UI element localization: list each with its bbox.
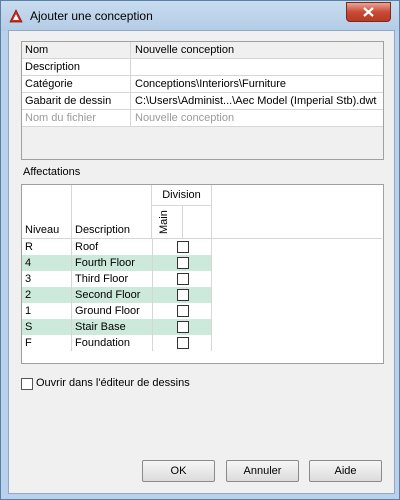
description-cell: Third Floor bbox=[75, 273, 129, 285]
level-cell: 2 bbox=[25, 289, 32, 301]
table-row[interactable]: 3 Third Floor bbox=[22, 271, 212, 287]
header-description-label: Description bbox=[75, 224, 131, 236]
description-cell: Second Floor bbox=[75, 289, 141, 301]
dialog-body: Nom Nouvelle conception Description Caté… bbox=[8, 30, 395, 494]
table-row[interactable]: 1 Ground Floor bbox=[22, 303, 212, 319]
table-row[interactable]: F Foundation bbox=[22, 335, 212, 351]
open-in-editor-checkbox[interactable] bbox=[21, 378, 33, 390]
header-level[interactable]: Niveau bbox=[22, 185, 72, 239]
level-cell: 1 bbox=[25, 305, 32, 317]
main-checkbox[interactable] bbox=[177, 241, 189, 253]
level-cell: 3 bbox=[25, 273, 32, 285]
column-divider bbox=[130, 93, 131, 109]
category-value[interactable]: Conceptions\Interiors\Furniture bbox=[135, 78, 286, 90]
main-checkbox[interactable] bbox=[177, 257, 189, 269]
property-key: Description bbox=[25, 61, 81, 73]
open-in-editor-label[interactable]: Ouvrir dans l'éditeur de dessins bbox=[36, 377, 190, 389]
level-cell: R bbox=[25, 241, 33, 253]
close-icon bbox=[363, 7, 374, 17]
description-cell: Foundation bbox=[75, 337, 131, 349]
level-cell: 4 bbox=[25, 257, 32, 269]
property-row-description[interactable]: Description bbox=[22, 59, 383, 76]
name-value[interactable]: Nouvelle conception bbox=[135, 44, 234, 56]
main-checkbox[interactable] bbox=[177, 289, 189, 301]
table-row[interactable]: S Stair Base bbox=[22, 319, 212, 335]
header-level-label: Niveau bbox=[25, 224, 60, 236]
filename-value: Nouvelle conception bbox=[135, 112, 235, 124]
title-bar[interactable]: Ajouter une conception bbox=[1, 1, 399, 31]
property-grid: Nom Nouvelle conception Description Caté… bbox=[21, 41, 384, 160]
column-divider bbox=[130, 110, 131, 126]
autocad-logo-icon bbox=[9, 9, 23, 23]
main-column-header[interactable]: Main bbox=[152, 206, 183, 238]
assignments-label: Affectations bbox=[23, 166, 81, 178]
dialog-title: Ajouter une conception bbox=[30, 9, 153, 23]
property-row-name[interactable]: Nom Nouvelle conception bbox=[22, 42, 383, 59]
property-row-filename: Nom du fichier Nouvelle conception bbox=[22, 110, 383, 127]
description-cell: Fourth Floor bbox=[75, 257, 135, 269]
cancel-button[interactable]: Annuler bbox=[226, 460, 299, 482]
level-cell: F bbox=[25, 337, 32, 349]
main-checkbox[interactable] bbox=[177, 337, 189, 349]
help-button[interactable]: Aide bbox=[309, 460, 382, 482]
table-row[interactable]: 2 Second Floor bbox=[22, 287, 212, 303]
property-key: Gabarit de dessin bbox=[25, 95, 112, 107]
close-button[interactable] bbox=[346, 2, 391, 22]
property-key: Catégorie bbox=[25, 78, 73, 90]
property-grid-empty-area bbox=[22, 127, 383, 159]
column-divider bbox=[130, 42, 131, 58]
division-header[interactable]: Division bbox=[152, 185, 211, 206]
dialog-window: Ajouter une conception Nom Nouvelle conc… bbox=[0, 0, 400, 500]
header-description[interactable]: Description bbox=[72, 185, 152, 239]
header-filler bbox=[212, 185, 382, 239]
division-label: Division bbox=[162, 189, 201, 201]
property-row-template[interactable]: Gabarit de dessin C:\Users\Administ...\A… bbox=[22, 93, 383, 110]
main-checkbox[interactable] bbox=[177, 321, 189, 333]
table-row[interactable]: R Roof bbox=[22, 239, 212, 255]
property-key: Nom du fichier bbox=[25, 112, 96, 124]
table-row[interactable]: 4 Fourth Floor bbox=[22, 255, 212, 271]
assignments-grid: Niveau Description Division Main R Roof bbox=[21, 184, 384, 364]
level-cell: S bbox=[25, 321, 33, 333]
main-checkbox[interactable] bbox=[177, 273, 189, 285]
column-divider bbox=[130, 76, 131, 92]
main-checkbox[interactable] bbox=[177, 305, 189, 317]
ok-button[interactable]: OK bbox=[142, 460, 215, 482]
column-divider bbox=[130, 59, 131, 75]
description-cell: Stair Base bbox=[75, 321, 126, 333]
template-value[interactable]: C:\Users\Administ...\Aec Model (Imperial… bbox=[135, 95, 376, 107]
description-cell: Ground Floor bbox=[75, 305, 140, 317]
property-row-category[interactable]: Catégorie Conceptions\Interiors\Furnitur… bbox=[22, 76, 383, 93]
header-division: Division Main bbox=[152, 185, 212, 239]
property-key: Nom bbox=[25, 44, 49, 56]
description-cell: Roof bbox=[75, 241, 99, 253]
main-label: Main bbox=[158, 210, 170, 234]
